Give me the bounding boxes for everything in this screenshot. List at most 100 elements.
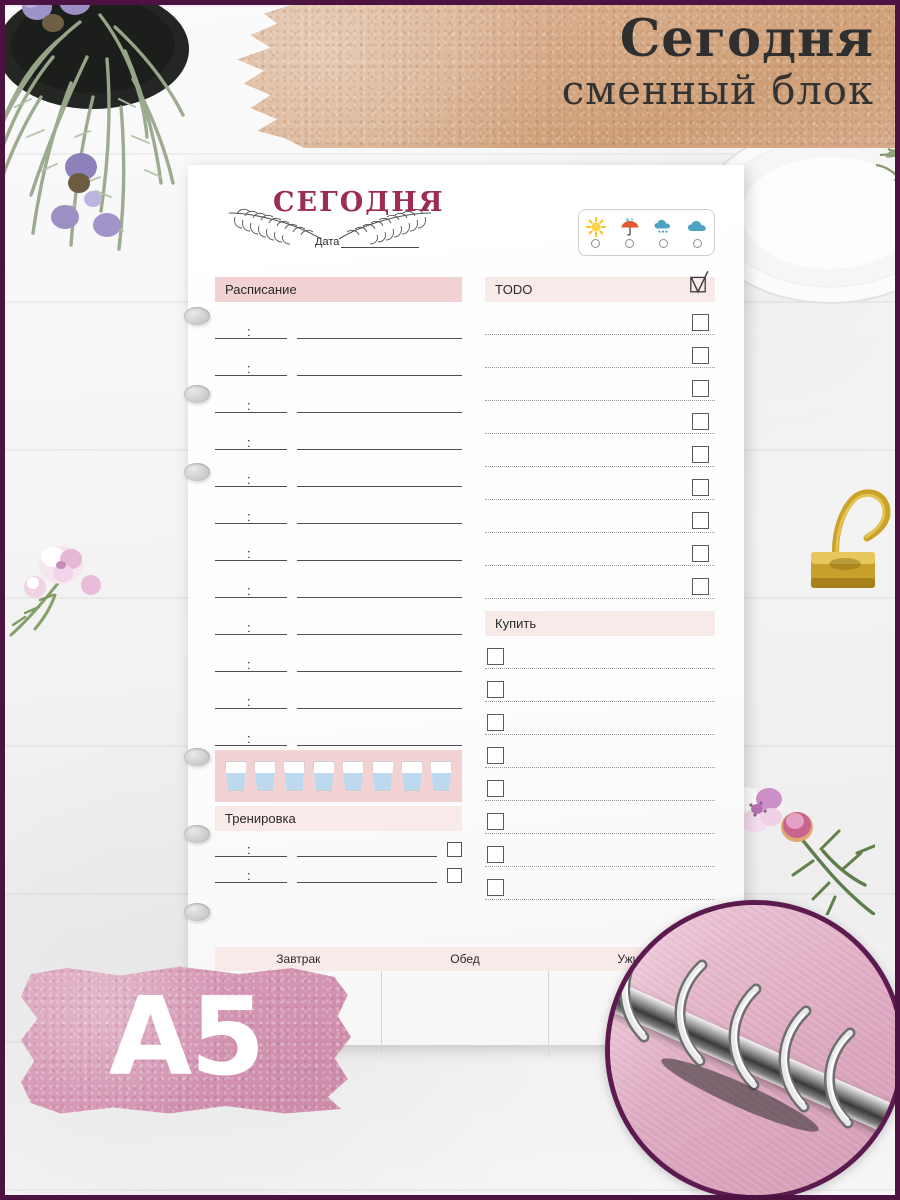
shopping-row[interactable] [485, 834, 715, 867]
training-row[interactable] [215, 831, 462, 857]
training-rows [215, 831, 462, 883]
weather-option-sunny[interactable] [585, 217, 606, 248]
todo-checkbox[interactable] [692, 479, 709, 496]
schedule-time-field[interactable] [215, 608, 287, 635]
schedule-text-field[interactable] [297, 571, 462, 598]
training-row[interactable] [215, 857, 462, 883]
schedule-row[interactable] [215, 635, 462, 672]
todo-row[interactable] [485, 335, 715, 368]
schedule-time-field[interactable] [215, 460, 287, 487]
schedule-row[interactable] [215, 450, 462, 487]
schedule-time-field[interactable] [215, 534, 287, 561]
schedule-row[interactable] [215, 672, 462, 709]
schedule-text-field[interactable] [297, 497, 462, 524]
schedule-text-field[interactable] [297, 645, 462, 672]
schedule-text-field[interactable] [297, 534, 462, 561]
schedule-text-field[interactable] [297, 682, 462, 709]
todo-row[interactable] [485, 533, 715, 566]
shopping-row[interactable] [485, 735, 715, 768]
water-glass[interactable] [283, 761, 306, 791]
schedule-text-field[interactable] [297, 386, 462, 413]
shopping-checkbox[interactable] [487, 846, 504, 863]
shopping-checkbox[interactable] [487, 780, 504, 797]
shopping-row[interactable] [485, 768, 715, 801]
water-glass[interactable] [400, 761, 423, 791]
shopping-checkbox[interactable] [487, 813, 504, 830]
training-checkbox[interactable] [447, 842, 462, 857]
todo-checkbox[interactable] [692, 578, 709, 595]
schedule-text-field[interactable] [297, 719, 462, 746]
weather-option-cloudy[interactable] [687, 217, 707, 248]
schedule-row[interactable] [215, 302, 462, 339]
training-text-field[interactable] [297, 856, 437, 883]
weather-radio-rainy[interactable] [625, 239, 635, 248]
schedule-row[interactable] [215, 561, 462, 598]
todo-checkbox[interactable] [692, 512, 709, 529]
weather-option-rainy[interactable] [620, 217, 640, 248]
shopping-row[interactable] [485, 867, 715, 900]
todo-row[interactable] [485, 566, 715, 599]
weather-option-snowy[interactable] [653, 217, 673, 248]
todo-checkbox[interactable] [692, 380, 709, 397]
todo-row[interactable] [485, 434, 715, 467]
shopping-row[interactable] [485, 669, 715, 702]
weather-radio-sunny[interactable] [591, 239, 601, 248]
schedule-time-field[interactable] [215, 719, 287, 746]
date-label: Дата [315, 236, 340, 248]
schedule-time-field[interactable] [215, 645, 287, 672]
schedule-text-field[interactable] [297, 460, 462, 487]
schedule-time-field[interactable] [215, 497, 287, 524]
water-glass[interactable] [342, 761, 365, 791]
water-glass[interactable] [430, 761, 453, 791]
schedule-text-field[interactable] [297, 608, 462, 635]
water-glass[interactable] [224, 761, 247, 791]
todo-checkbox[interactable] [692, 446, 709, 463]
schedule-row[interactable] [215, 376, 462, 413]
todo-row[interactable] [485, 401, 715, 434]
schedule-row[interactable] [215, 524, 462, 561]
meal-cell-lunch[interactable] [382, 971, 549, 1057]
water-tracker[interactable] [215, 750, 462, 802]
schedule-time-field[interactable] [215, 312, 287, 339]
schedule-time-field[interactable] [215, 349, 287, 376]
schedule-time-field[interactable] [215, 386, 287, 413]
schedule-time-field[interactable] [215, 571, 287, 598]
weather-radio-cloudy[interactable] [692, 239, 702, 248]
weather-radio-snowy[interactable] [658, 239, 668, 248]
todo-checkbox[interactable] [692, 413, 709, 430]
water-glass[interactable] [371, 761, 394, 791]
training-time-field[interactable] [215, 856, 287, 883]
schedule-row[interactable] [215, 413, 462, 450]
shopping-checkbox[interactable] [487, 747, 504, 764]
todo-checkbox[interactable] [692, 314, 709, 331]
shopping-checkbox[interactable] [487, 681, 504, 698]
schedule-text-field[interactable] [297, 312, 462, 339]
todo-row[interactable] [485, 302, 715, 335]
shopping-row[interactable] [485, 801, 715, 834]
shopping-checkbox[interactable] [487, 879, 504, 896]
todo-row[interactable] [485, 368, 715, 401]
schedule-text-field[interactable] [297, 423, 462, 450]
todo-row[interactable] [485, 467, 715, 500]
shopping-row[interactable] [485, 636, 715, 669]
shopping-checkbox[interactable] [487, 714, 504, 731]
todo-checkbox[interactable] [692, 347, 709, 364]
weather-selector[interactable] [578, 209, 715, 256]
schedule-row[interactable] [215, 709, 462, 746]
schedule-text-field[interactable] [297, 349, 462, 376]
schedule-time-field[interactable] [215, 682, 287, 709]
schedule-row[interactable] [215, 339, 462, 376]
todo-checkbox[interactable] [692, 545, 709, 562]
training-text-field[interactable] [297, 830, 437, 857]
water-glass[interactable] [312, 761, 335, 791]
schedule-row[interactable] [215, 487, 462, 524]
schedule-row[interactable] [215, 598, 462, 635]
todo-row[interactable] [485, 500, 715, 533]
shopping-checkbox[interactable] [487, 648, 504, 665]
date-input-line[interactable] [341, 236, 420, 248]
schedule-time-field[interactable] [215, 423, 287, 450]
training-time-field[interactable] [215, 830, 287, 857]
shopping-row[interactable] [485, 702, 715, 735]
training-checkbox[interactable] [447, 868, 462, 883]
water-glass[interactable] [254, 761, 277, 791]
